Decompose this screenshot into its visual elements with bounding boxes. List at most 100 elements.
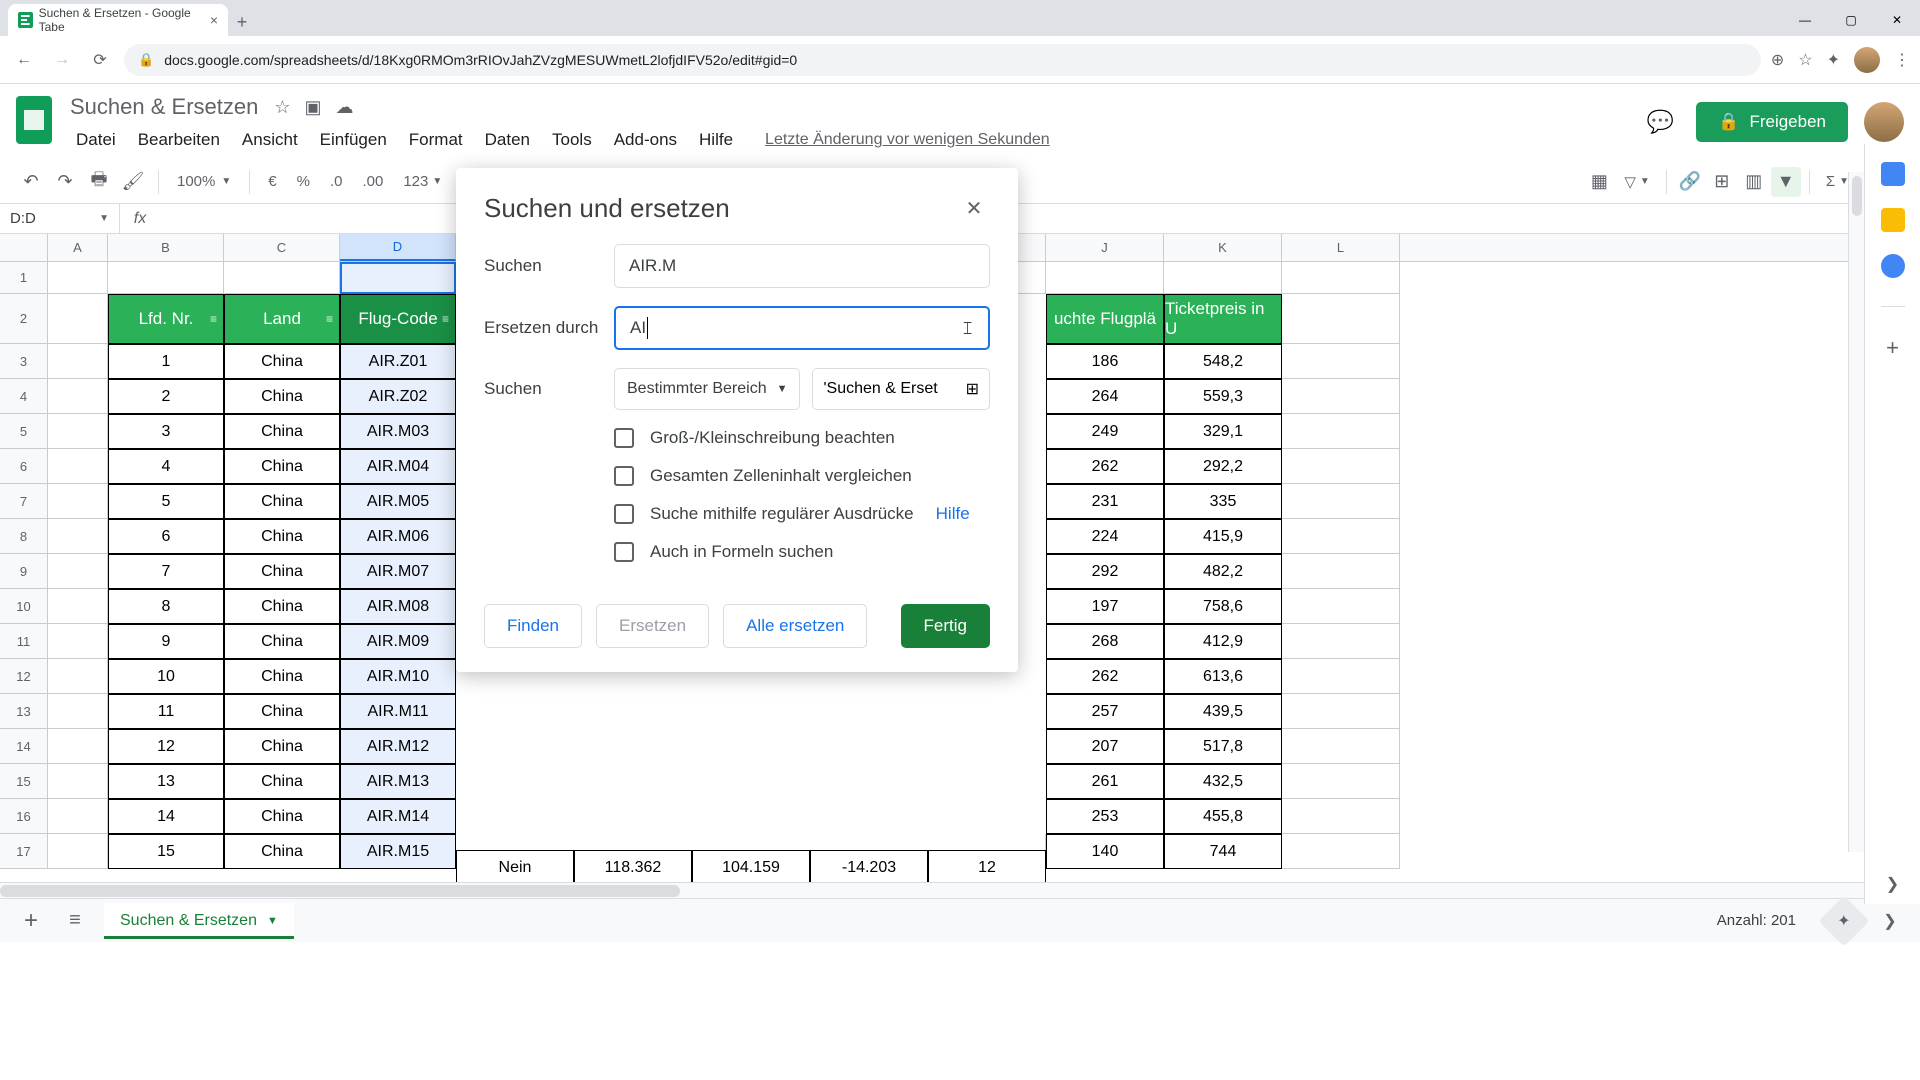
back-button[interactable]: ← — [10, 46, 38, 74]
cell[interactable]: 482,2 — [1164, 554, 1282, 589]
dec-decrease-button[interactable]: .0 — [322, 167, 351, 197]
share-button[interactable]: 🔒 Freigeben — [1696, 102, 1848, 142]
cell[interactable] — [1282, 589, 1400, 624]
cell[interactable] — [1164, 262, 1282, 294]
cell[interactable]: AIR.M15 — [340, 834, 456, 869]
cell[interactable] — [340, 262, 456, 294]
row-header[interactable]: 17 — [0, 834, 48, 869]
cell[interactable]: 292,2 — [1164, 449, 1282, 484]
col-header-D[interactable]: D — [340, 234, 456, 261]
cell[interactable] — [1282, 694, 1400, 729]
reload-button[interactable]: ⟳ — [86, 46, 114, 74]
chevron-down-icon[interactable]: ▼ — [267, 915, 278, 927]
cell[interactable] — [1282, 344, 1400, 379]
cell[interactable]: AIR.M08 — [340, 589, 456, 624]
all-sheets-button[interactable]: ≡ — [60, 909, 90, 932]
menu-hilfe[interactable]: Hilfe — [689, 126, 743, 154]
cell[interactable]: 455,8 — [1164, 799, 1282, 834]
col-header-K[interactable]: K — [1164, 234, 1282, 261]
calendar-icon[interactable] — [1881, 162, 1905, 186]
last-edit-text[interactable]: Letzte Änderung vor wenigen Sekunden — [755, 127, 1060, 153]
cell[interactable]: 11 — [108, 694, 224, 729]
cell[interactable] — [48, 414, 108, 449]
cell[interactable] — [1282, 449, 1400, 484]
done-button[interactable]: Fertig — [901, 604, 990, 648]
cell[interactable] — [1282, 262, 1400, 294]
cell[interactable]: 4 — [108, 449, 224, 484]
cell[interactable]: 559,3 — [1164, 379, 1282, 414]
print-button[interactable]: 🖶 — [84, 167, 114, 197]
cell[interactable] — [1282, 294, 1400, 344]
match-case-checkbox[interactable] — [614, 428, 634, 448]
cell[interactable]: 14 — [108, 799, 224, 834]
cell[interactable]: China — [224, 694, 340, 729]
browser-tab[interactable]: Suchen & Ersetzen - Google Tabe × — [8, 4, 228, 36]
new-tab-button[interactable]: + — [228, 8, 256, 36]
cell[interactable] — [48, 589, 108, 624]
cell[interactable] — [1282, 729, 1400, 764]
cell[interactable]: China — [224, 414, 340, 449]
row-header[interactable]: 16 — [0, 799, 48, 834]
filter-button[interactable]: ▼ — [1771, 167, 1801, 197]
cell[interactable]: AIR.Z01 — [340, 344, 456, 379]
row-header[interactable]: 4 — [0, 379, 48, 414]
row-header[interactable]: 15 — [0, 764, 48, 799]
account-avatar[interactable] — [1864, 102, 1904, 142]
percent-button[interactable]: % — [289, 167, 318, 197]
sheets-logo[interactable] — [16, 96, 56, 148]
insert-comment-button[interactable]: ⊞ — [1707, 167, 1737, 197]
menu-format[interactable]: Format — [399, 126, 473, 154]
table-header[interactable]: uchte Flugplä — [1046, 294, 1164, 344]
cell[interactable] — [48, 484, 108, 519]
side-panel-toggle[interactable]: ❯ — [1876, 911, 1904, 931]
cell[interactable]: AIR.M03 — [340, 414, 456, 449]
freeze-button[interactable]: ▦ — [1584, 167, 1614, 197]
redo-button[interactable]: ↷ — [50, 167, 80, 197]
cell[interactable]: 13 — [108, 764, 224, 799]
cell[interactable]: 262 — [1046, 659, 1164, 694]
sheet-tab-active[interactable]: Suchen & Ersetzen ▼ — [104, 903, 294, 939]
cell[interactable]: China — [224, 659, 340, 694]
extension-icon[interactable]: ✦ — [1827, 50, 1840, 70]
cell[interactable]: 12 — [108, 729, 224, 764]
cell[interactable]: 12 — [928, 850, 1046, 882]
vertical-scrollbar[interactable] — [1848, 172, 1864, 852]
cell[interactable]: AIR.M12 — [340, 729, 456, 764]
cell[interactable] — [1282, 764, 1400, 799]
profile-avatar[interactable] — [1854, 47, 1880, 73]
cell[interactable] — [1282, 659, 1400, 694]
cell[interactable]: 439,5 — [1164, 694, 1282, 729]
cell[interactable]: AIR.M05 — [340, 484, 456, 519]
move-icon[interactable]: ▣ — [304, 97, 321, 118]
cell[interactable] — [1282, 624, 1400, 659]
add-sheet-button[interactable]: + — [16, 907, 46, 935]
cell[interactable]: 415,9 — [1164, 519, 1282, 554]
cell[interactable]: 118.362 — [574, 850, 692, 882]
cell[interactable] — [1282, 554, 1400, 589]
range-input[interactable]: 'Suchen & Erset ⊞ — [812, 368, 990, 410]
cell[interactable] — [48, 834, 108, 869]
currency-button[interactable]: € — [260, 167, 284, 197]
undo-button[interactable]: ↶ — [16, 167, 46, 197]
cell[interactable] — [1282, 414, 1400, 449]
cell[interactable] — [48, 624, 108, 659]
menu-tools[interactable]: Tools — [542, 126, 602, 154]
col-header-B[interactable]: B — [108, 234, 224, 261]
cell[interactable]: 744 — [1164, 834, 1282, 869]
col-header-J[interactable]: J — [1046, 234, 1164, 261]
search-input[interactable] — [614, 244, 990, 288]
row-header[interactable]: 9 — [0, 554, 48, 589]
cell[interactable]: 613,6 — [1164, 659, 1282, 694]
link-button[interactable]: 🔗 — [1675, 167, 1705, 197]
cell[interactable]: 249 — [1046, 414, 1164, 449]
cell[interactable]: 264 — [1046, 379, 1164, 414]
cell[interactable] — [48, 344, 108, 379]
row-header[interactable]: 7 — [0, 484, 48, 519]
table-header[interactable]: Lfd. Nr.≡ — [108, 294, 224, 344]
cell[interactable]: 8 — [108, 589, 224, 624]
cell[interactable]: China — [224, 554, 340, 589]
cell[interactable]: AIR.M13 — [340, 764, 456, 799]
cell[interactable]: 207 — [1046, 729, 1164, 764]
cell[interactable]: 517,8 — [1164, 729, 1282, 764]
tab-close-icon[interactable]: × — [210, 12, 218, 28]
